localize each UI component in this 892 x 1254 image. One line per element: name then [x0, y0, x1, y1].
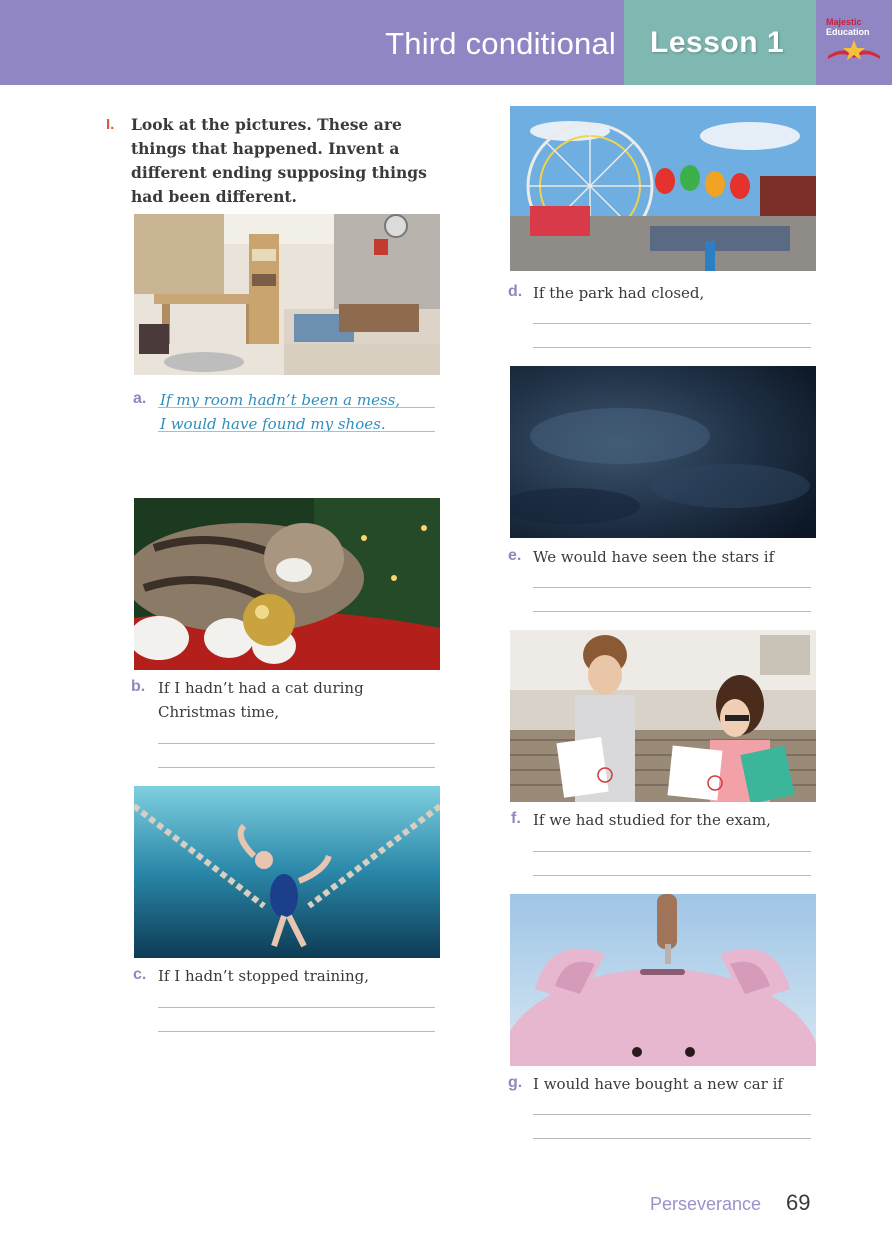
item-e-label: e.: [508, 547, 522, 564]
item-c-writing-line-2[interactable]: [158, 1031, 435, 1032]
logo-line2: Education: [826, 27, 870, 37]
cat-christmas-photo: [134, 498, 440, 670]
item-g-label: g.: [508, 1074, 523, 1091]
item-c-prompt: If I hadn’t stopped training,: [158, 967, 370, 985]
item-a-answer-line1: If my room hadn’t been a mess,: [160, 391, 401, 409]
item-a-label: a.: [133, 390, 147, 407]
stormy-sky-photo: [510, 366, 816, 538]
exercise-number: I.: [106, 116, 115, 133]
item-b-writing-line-2[interactable]: [158, 767, 435, 768]
amusement-park-photo: [510, 106, 816, 271]
item-c-label: c.: [133, 966, 147, 983]
item-b-writing-line-1[interactable]: [158, 743, 435, 744]
item-a-answer-line2: I would have found my shoes.: [160, 415, 386, 433]
item-d-writing-line-1[interactable]: [533, 323, 811, 324]
footer-value: Perseverance: [650, 1194, 762, 1214]
messy-bedroom-photo: [134, 214, 440, 375]
item-e-writing-line-2[interactable]: [533, 611, 811, 612]
item-f-prompt: If we had studied for the exam,: [533, 811, 771, 829]
item-f-writing-line-2[interactable]: [533, 875, 811, 876]
topic-title: Third conditional: [385, 26, 616, 61]
logo-line1: Majestic: [826, 17, 862, 27]
item-a-writing-line-1: [158, 407, 435, 408]
piggy-bank-photo: [510, 894, 816, 1066]
item-f-writing-line-1[interactable]: [533, 851, 811, 852]
item-b-prompt-line1: If I hadn’t had a cat during: [158, 679, 364, 697]
students-exam-photo: [510, 630, 816, 802]
item-b-label: b.: [131, 678, 146, 695]
exercise-instruction: Look at the pictures. These are things t…: [131, 115, 427, 206]
logo-book-icon: [828, 40, 880, 60]
item-f-label: f.: [511, 810, 521, 827]
item-g-writing-line-2[interactable]: [533, 1138, 811, 1139]
lesson-title: Lesson 1: [650, 26, 785, 59]
publisher-logo: Majestic Education: [816, 0, 892, 85]
item-d-prompt: If the park had closed,: [533, 284, 705, 302]
item-d-label: d.: [508, 283, 523, 300]
item-e-prompt: We would have seen the stars if: [533, 548, 775, 566]
item-g-prompt: I would have bought a new car if: [533, 1075, 783, 1093]
page-number: 69: [786, 1190, 811, 1215]
item-b-prompt-line2: Christmas time,: [158, 703, 280, 721]
swimmer-pool-photo: [134, 786, 440, 958]
item-d-writing-line-2[interactable]: [533, 347, 811, 348]
lesson-banner: Lesson 1: [624, 0, 816, 85]
item-g-writing-line-1[interactable]: [533, 1114, 811, 1115]
item-e-writing-line-1[interactable]: [533, 587, 811, 588]
item-a-writing-line-2: [158, 431, 435, 432]
item-c-writing-line-1[interactable]: [158, 1007, 435, 1008]
